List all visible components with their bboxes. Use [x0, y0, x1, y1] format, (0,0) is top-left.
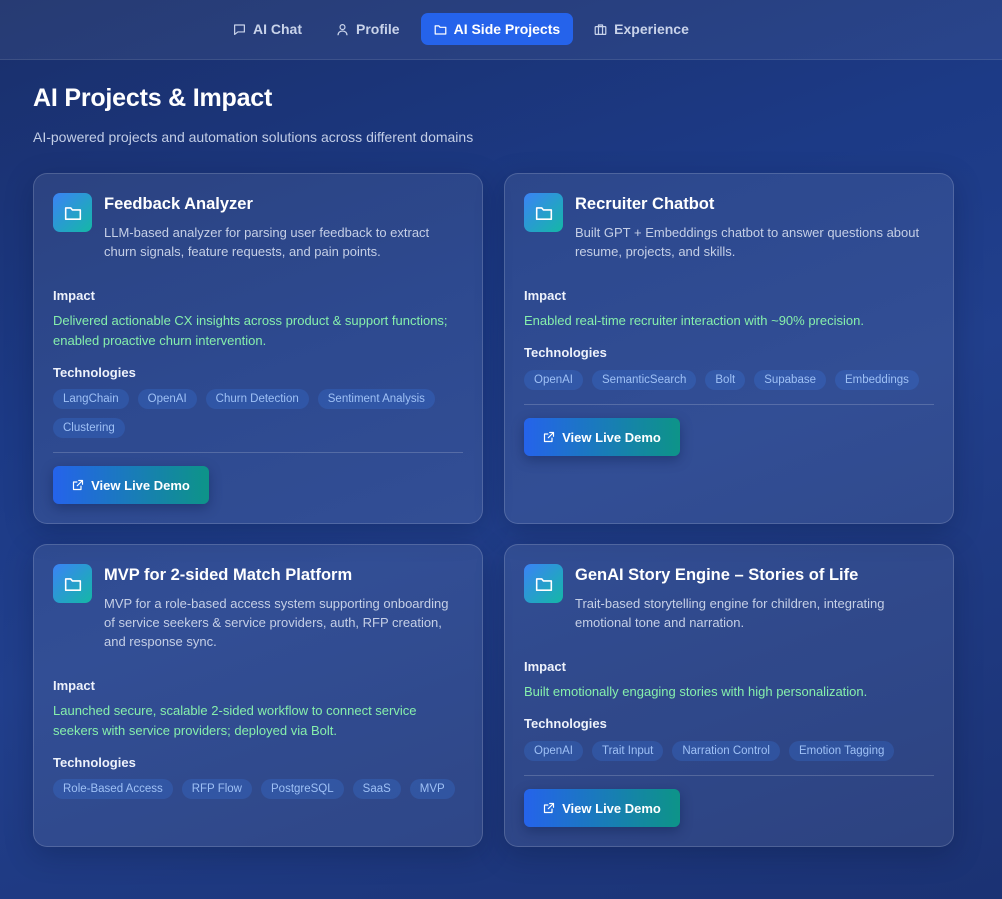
impact-text: Built emotionally engaging stories with … [524, 684, 868, 699]
card-divider [524, 775, 934, 776]
impact-text: Delivered actionable CX insights across … [53, 313, 448, 348]
project-folder-badge [524, 564, 563, 603]
tab-ai-side-projects[interactable]: AI Side Projects [420, 13, 574, 45]
tech-tag: OpenAI [524, 370, 583, 390]
page-title: AI Projects & Impact [33, 84, 273, 112]
project-folder-badge [524, 193, 563, 232]
project-card-match-platform: MVP for 2-sided Match Platform MVP for a… [33, 544, 483, 847]
project-description: LLM-based analyzer for parsing user feed… [104, 225, 430, 259]
tech-tag: Bolt [705, 370, 746, 390]
impact-label: Impact [524, 659, 566, 674]
tech-tag: MVP [409, 779, 455, 799]
impact-text: Launched secure, scalable 2-sided workfl… [53, 703, 417, 738]
impact-label: Impact [53, 288, 95, 303]
technology-tags: OpenAI Trait Input Narration Control Emo… [524, 741, 935, 761]
impact-label: Impact [53, 678, 95, 693]
tech-tag: Clustering [53, 418, 125, 438]
tab-label: AI Chat [253, 21, 302, 37]
impact-text: Enabled real-time recruiter interaction … [524, 313, 864, 328]
view-live-demo-button[interactable]: View Live Demo [524, 418, 680, 456]
card-divider [53, 452, 463, 453]
tech-tag: RFP Flow [181, 779, 252, 799]
technologies-label: Technologies [524, 716, 607, 731]
briefcase-icon [594, 23, 607, 35]
top-navbar: AI Chat Profile AI Side Projects Experie… [0, 0, 1002, 60]
external-link-icon [544, 431, 555, 443]
impact-label: Impact [524, 288, 566, 303]
page-subtitle: AI-powered projects and automation solut… [33, 129, 474, 145]
folder-icon [64, 577, 81, 591]
project-title: Recruiter Chatbot [575, 195, 715, 213]
tech-tag: SaaS [352, 779, 401, 799]
tab-label: Experience [614, 21, 689, 37]
card-divider [524, 404, 934, 405]
tech-tag: SemanticSearch [592, 370, 697, 390]
project-description: MVP for a role-based access system suppo… [104, 596, 449, 649]
tab-profile[interactable]: Profile [323, 13, 413, 45]
technology-tags: OpenAI SemanticSearch Bolt Supabase Embe… [524, 370, 935, 390]
technology-tags: Role-Based Access RFP Flow PostgreSQL Sa… [53, 779, 464, 799]
external-link-icon [73, 479, 84, 491]
project-folder-badge [53, 193, 92, 232]
nav-tabs: AI Chat Profile AI Side Projects Experie… [220, 13, 702, 45]
tech-tag: PostgreSQL [261, 779, 344, 799]
button-label: View Live Demo [562, 800, 661, 816]
project-folder-badge [53, 564, 92, 603]
technologies-label: Technologies [53, 365, 136, 380]
tech-tag: Role-Based Access [53, 779, 173, 799]
tech-tag: OpenAI [137, 389, 197, 409]
tech-tag: Narration Control [672, 741, 780, 761]
project-title: GenAI Story Engine – Stories of Life [575, 566, 859, 584]
technology-tags: LangChain OpenAI Churn Detection Sentime… [53, 389, 464, 438]
folder-icon [535, 577, 552, 591]
tech-tag: Emotion Tagging [788, 741, 895, 761]
tech-tag: OpenAI [524, 741, 583, 761]
button-label: View Live Demo [562, 429, 661, 445]
project-card-feedback-analyzer: Feedback Analyzer LLM-based analyzer for… [33, 173, 483, 524]
project-description: Trait-based storytelling engine for chil… [575, 596, 885, 630]
project-description: Built GPT + Embeddings chatbot to answer… [575, 225, 920, 259]
folder-icon [64, 206, 81, 220]
chat-icon [234, 23, 245, 35]
tech-tag: Supabase [754, 370, 826, 390]
folder-icon [434, 24, 446, 35]
view-live-demo-button[interactable]: View Live Demo [524, 789, 680, 827]
tab-label: AI Side Projects [453, 21, 561, 37]
tab-experience[interactable]: Experience [581, 13, 702, 45]
tab-ai-chat[interactable]: AI Chat [220, 13, 315, 45]
project-title: Feedback Analyzer [104, 195, 253, 213]
button-label: View Live Demo [91, 477, 190, 493]
tech-tag: Trait Input [592, 741, 664, 761]
user-icon [337, 23, 348, 35]
project-title: MVP for 2-sided Match Platform [104, 566, 353, 584]
folder-icon [535, 206, 552, 220]
tech-tag: LangChain [53, 389, 129, 409]
tech-tag: Embeddings [835, 370, 919, 390]
external-link-icon [544, 802, 555, 814]
tab-label: Profile [356, 21, 400, 37]
view-live-demo-button[interactable]: View Live Demo [53, 466, 209, 504]
project-card-recruiter-chatbot: Recruiter Chatbot Built GPT + Embeddings… [504, 173, 954, 524]
project-card-story-engine: GenAI Story Engine – Stories of Life Tra… [504, 544, 954, 847]
tech-tag: Sentiment Analysis [317, 389, 435, 409]
technologies-label: Technologies [524, 345, 607, 360]
tech-tag: Churn Detection [205, 389, 309, 409]
technologies-label: Technologies [53, 755, 136, 770]
